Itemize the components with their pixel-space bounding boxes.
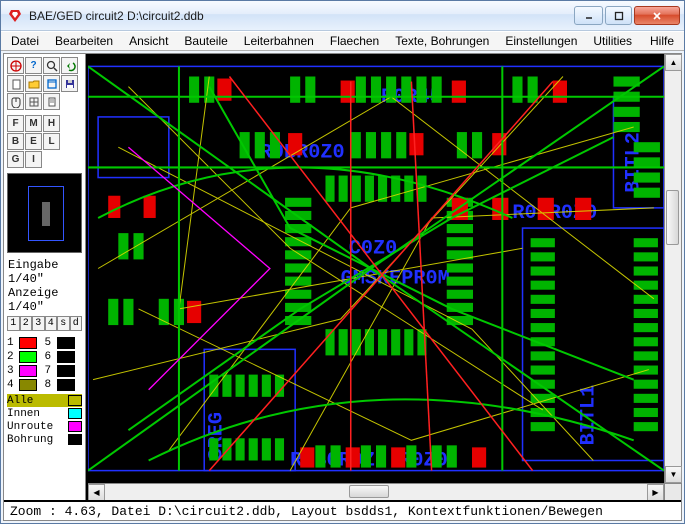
scroll-right-icon[interactable]: ▶ [647,484,664,501]
statusbar: Zoom : 4.63, Datei D:\circuit2.ddb, Layo… [4,500,681,520]
tool-m-button[interactable]: M [25,115,42,132]
pcb-canvas[interactable]: R0R45 R0BR0Z0 GMSKEPR0M C0Z0 R0BR0Z0 R0B… [88,54,664,483]
scale-1[interactable]: 1 [7,316,20,331]
tool-save-icon[interactable] [61,75,78,92]
vertical-scrollbar[interactable]: ▲ ▼ [664,54,681,483]
pcb-drawing: R0R45 R0BR0Z0 GMSKEPR0M C0Z0 R0BR0Z0 R0B… [88,54,664,483]
status-text: Zoom : 4.63, Datei D:\circuit2.ddb, Layo… [10,504,603,519]
tool-e-button[interactable]: E [25,133,42,150]
filter-bohrung[interactable]: Bohrung [7,433,82,446]
tool-f-button[interactable]: F [7,115,24,132]
scroll-up-icon[interactable]: ▲ [665,54,682,71]
layer-palette: 1 5 2 6 3 7 4 8 [4,334,85,394]
menu-texte-bohrungen[interactable]: Texte, Bohrungen [387,33,497,49]
layer-7[interactable]: 7 [45,364,83,378]
display-scale: 1/40" [8,300,81,314]
tool-l-button[interactable]: L [43,133,60,150]
layer-1[interactable]: 1 [7,336,45,350]
tool-mouse-icon[interactable] [7,93,24,110]
tool-h-button[interactable]: H [43,115,60,132]
layer-3[interactable]: 3 [7,364,45,378]
scroll-corner [664,483,681,500]
tool-open-icon[interactable] [25,75,42,92]
filter-unroute[interactable]: Unroute [7,420,82,433]
sidebar: ? F M H B E [4,54,86,500]
menu-bearbeiten[interactable]: Bearbeiten [47,33,121,49]
scale-3[interactable]: 3 [32,316,45,331]
canvas-area: R0R45 R0BR0Z0 GMSKEPR0M C0Z0 R0BR0Z0 R0B… [86,54,681,500]
scroll-left-icon[interactable]: ◀ [88,484,105,501]
menu-bauteile[interactable]: Bauteile [176,33,235,49]
client-area: ? F M H B E [3,53,682,521]
tool-grid-icon[interactable] [25,93,42,110]
maximize-button[interactable] [605,6,632,25]
scale-buttons: 1 2 3 4 s d [4,316,85,334]
display-label: Anzeige [8,286,81,300]
filter-alle[interactable]: Alle [7,394,82,407]
menubar: Datei Bearbeiten Ansicht Bauteile Leiter… [1,31,684,51]
workspace: ? F M H B E [4,54,681,500]
layer-4[interactable]: 4 [7,378,45,392]
input-label: Eingabe [8,258,81,272]
tool-zoom-icon[interactable] [43,57,60,74]
layer-8[interactable]: 8 [45,378,83,392]
board-preview[interactable] [7,173,82,253]
tool-b-button[interactable]: B [7,133,24,150]
tool-g-button[interactable]: G [7,151,24,168]
menu-utilities[interactable]: Utilities [585,33,640,49]
scale-info: Eingabe 1/40" Anzeige 1/40" [4,256,85,316]
layer-6[interactable]: 6 [45,350,83,364]
scale-4[interactable]: 4 [45,316,58,331]
filter-innen[interactable]: Innen [7,407,82,420]
tool-i-button[interactable]: I [25,151,42,168]
scale-s[interactable]: s [57,316,70,331]
scale-d[interactable]: d [70,316,83,331]
app-window: BAE/GED circuit2 D:\circuit2.ddb Datei B… [0,0,685,524]
layer-5[interactable]: 5 [45,336,83,350]
tool-help-icon[interactable]: ? [25,57,42,74]
tool-undo-icon[interactable] [61,57,78,74]
scale-2[interactable]: 2 [20,316,33,331]
menu-datei[interactable]: Datei [3,33,47,49]
tool-doc-icon[interactable] [43,93,60,110]
layer-2[interactable]: 2 [7,350,45,364]
window-buttons [572,6,680,25]
window-title: BAE/GED circuit2 D:\circuit2.ddb [29,9,572,23]
menu-einstellungen[interactable]: Einstellungen [497,33,585,49]
tool-window-icon[interactable] [43,75,60,92]
minimize-button[interactable] [574,6,603,25]
app-icon [7,8,23,24]
tool-globe-icon[interactable] [7,57,24,74]
menu-flaechen[interactable]: Flaechen [322,33,387,49]
menu-ansicht[interactable]: Ansicht [121,33,176,49]
filter-list: Alle Innen Unroute Bohrung [4,394,85,446]
titlebar: BAE/GED circuit2 D:\circuit2.ddb [1,1,684,31]
input-scale: 1/40" [8,272,81,286]
scroll-down-icon[interactable]: ▼ [665,466,682,483]
tool-grid-icons: ? [4,54,85,112]
hscroll-thumb[interactable] [349,485,389,498]
vscroll-thumb[interactable] [666,190,679,245]
menu-hilfe[interactable]: Hilfe [642,33,682,49]
close-button[interactable] [634,6,680,25]
horizontal-scrollbar[interactable]: ◀ ▶ [88,483,664,500]
tool-grid-letters: F M H B E L G I [4,112,85,170]
svg-text:BITL1: BITL1 [577,385,600,446]
menu-leiterbahnen[interactable]: Leiterbahnen [236,33,322,49]
tool-new-icon[interactable] [7,75,24,92]
